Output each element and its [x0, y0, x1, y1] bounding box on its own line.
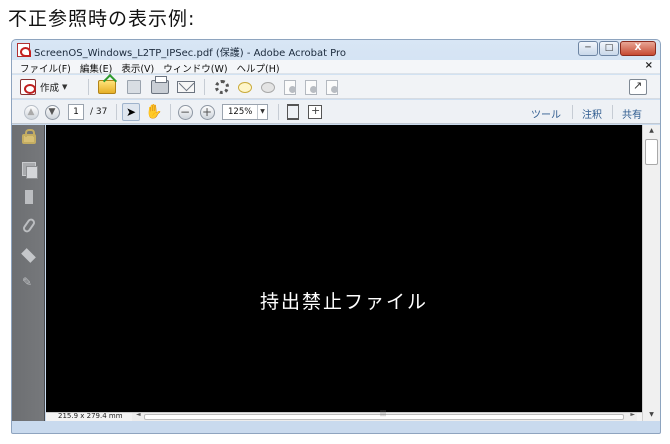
attachment-icon[interactable] [21, 217, 37, 234]
scroll-thumb[interactable] [645, 139, 658, 165]
comment-pane-link[interactable]: 注釈 [582, 106, 602, 121]
settings-button[interactable] [212, 78, 232, 96]
print-button[interactable] [149, 76, 171, 96]
save-button[interactable] [124, 78, 144, 96]
pages-icon[interactable] [22, 162, 38, 179]
chevron-down-icon: ▼ [257, 105, 267, 119]
plus-icon: + [199, 104, 215, 120]
document-close-icon[interactable]: × [645, 60, 653, 71]
share-pane-link[interactable]: 共有 [622, 106, 642, 121]
close-button[interactable]: X [620, 41, 656, 56]
select-tool-button[interactable]: ➤ [121, 103, 141, 121]
chevron-down-icon: ▼ [62, 83, 68, 91]
fit-window-icon [308, 104, 322, 119]
hand-icon: ✋ [145, 104, 163, 120]
title-bar[interactable]: ScreenOS_Windows_L2TP_IPSec.pdf (保護) - A… [12, 40, 660, 60]
document-view[interactable]: 持出禁止ファイル [46, 125, 642, 412]
open-button[interactable] [96, 78, 118, 96]
maximize-button[interactable]: □ [599, 41, 619, 56]
menu-window[interactable]: ウィンドウ(W) [163, 61, 227, 75]
menu-help[interactable]: ヘルプ(H) [237, 61, 280, 75]
arrow-down-icon: ▼ [44, 104, 60, 120]
zoom-select[interactable]: 125% ▼ [222, 103, 268, 121]
document-review-icon [326, 79, 338, 95]
minimize-button[interactable]: ─ [578, 41, 598, 56]
comment-icon [238, 81, 252, 93]
protected-file-message: 持出禁止ファイル [259, 291, 428, 313]
expand-button[interactable] [627, 78, 649, 96]
toolbar-divider [204, 79, 205, 95]
create-button[interactable]: 作成 ▼ [20, 78, 67, 96]
maximize-icon: □ [604, 43, 614, 53]
window-title: ScreenOS_Windows_L2TP_IPSec.pdf (保護) - A… [34, 48, 347, 59]
email-icon [177, 81, 195, 93]
toolbar-divider [116, 104, 117, 120]
toolbar-divider [278, 104, 279, 120]
zoom-value: 125% [228, 107, 253, 117]
cursor-icon: ➤ [122, 103, 140, 121]
scroll-up-icon[interactable]: ▲ [643, 125, 660, 137]
create-label: 作成 [40, 83, 60, 94]
page-total: / 37 [90, 107, 108, 117]
acrobat-window: ScreenOS_Windows_L2TP_IPSec.pdf (保護) - A… [11, 39, 661, 434]
zoom-in-button[interactable]: + [198, 103, 216, 121]
minus-icon: − [177, 104, 193, 120]
bookmark-icon[interactable] [25, 190, 33, 204]
menu-view[interactable]: 表示(V) [121, 61, 154, 75]
document-action-button[interactable] [281, 78, 299, 96]
lock-icon[interactable] [22, 129, 36, 144]
close-icon: X [634, 43, 642, 53]
toolbar-divider [572, 105, 573, 119]
open-folder-icon [98, 80, 116, 94]
menu-bar: ファイル(F) 編集(E) 表示(V) ウィンドウ(W) ヘルプ(H) × [12, 60, 660, 75]
email-button[interactable] [175, 78, 197, 96]
save-icon [127, 80, 141, 94]
layers-icon[interactable] [21, 248, 36, 263]
create-pdf-icon [20, 79, 36, 95]
arrow-up-icon: ▲ [23, 104, 39, 120]
page-caption: 不正参照時の表示例: [8, 8, 196, 30]
horizontal-scrollbar[interactable]: ◄ ||| ► [132, 410, 637, 421]
previous-page-button[interactable]: ▲ [22, 103, 40, 121]
page-navigator: 1 / 37 [68, 103, 107, 121]
highlight-comment-icon [261, 81, 275, 93]
print-icon [151, 76, 169, 94]
menu-edit[interactable]: 編集(E) [80, 61, 112, 75]
vertical-scrollbar[interactable]: ▲ ▼ [642, 125, 660, 421]
highlight-comment-button[interactable] [258, 78, 278, 96]
fit-window-button[interactable] [306, 103, 324, 121]
document-export-button[interactable] [302, 78, 320, 96]
scroll-right-icon[interactable]: ► [630, 411, 635, 418]
zoom-out-button[interactable]: − [176, 103, 194, 121]
minimize-icon: ─ [585, 43, 591, 53]
page-size-label: 215.9 x 279.4 mm [58, 412, 123, 420]
scroll-left-icon[interactable]: ◄ [136, 411, 141, 418]
scroll-grip-icon: ||| [380, 410, 387, 417]
acrobat-app-icon[interactable] [17, 43, 31, 57]
navigation-pane: ✎ [12, 125, 45, 421]
next-page-button[interactable]: ▼ [43, 103, 61, 121]
fit-page-icon [287, 104, 299, 120]
document-review-button[interactable] [323, 78, 341, 96]
document-action-icon [284, 79, 296, 95]
main-toolbar: 作成 ▼ [12, 75, 660, 99]
navigation-toolbar: ▲ ▼ 1 / 37 ➤ ✋ − + 125% ▼ ツール 注釈 共有 [12, 100, 660, 124]
toolbar-divider [612, 105, 613, 119]
window-controls: ─ □ X [578, 41, 656, 56]
toolbar-divider [88, 79, 89, 95]
tools-pane-link[interactable]: ツール [531, 106, 561, 121]
comment-button[interactable] [235, 78, 255, 96]
status-bar: 215.9 x 279.4 mm ◄ ||| ► [46, 410, 642, 421]
fit-page-button[interactable] [284, 103, 302, 121]
settings-icon [215, 80, 229, 94]
page-number-input[interactable]: 1 [68, 104, 84, 120]
document-export-icon [305, 79, 317, 95]
toolbar-divider [170, 104, 171, 120]
expand-icon [629, 79, 647, 95]
hand-tool-button[interactable]: ✋ [144, 103, 164, 121]
signature-icon[interactable]: ✎ [22, 275, 38, 289]
menu-file[interactable]: ファイル(F) [20, 61, 71, 75]
scroll-down-icon[interactable]: ▼ [643, 409, 660, 421]
